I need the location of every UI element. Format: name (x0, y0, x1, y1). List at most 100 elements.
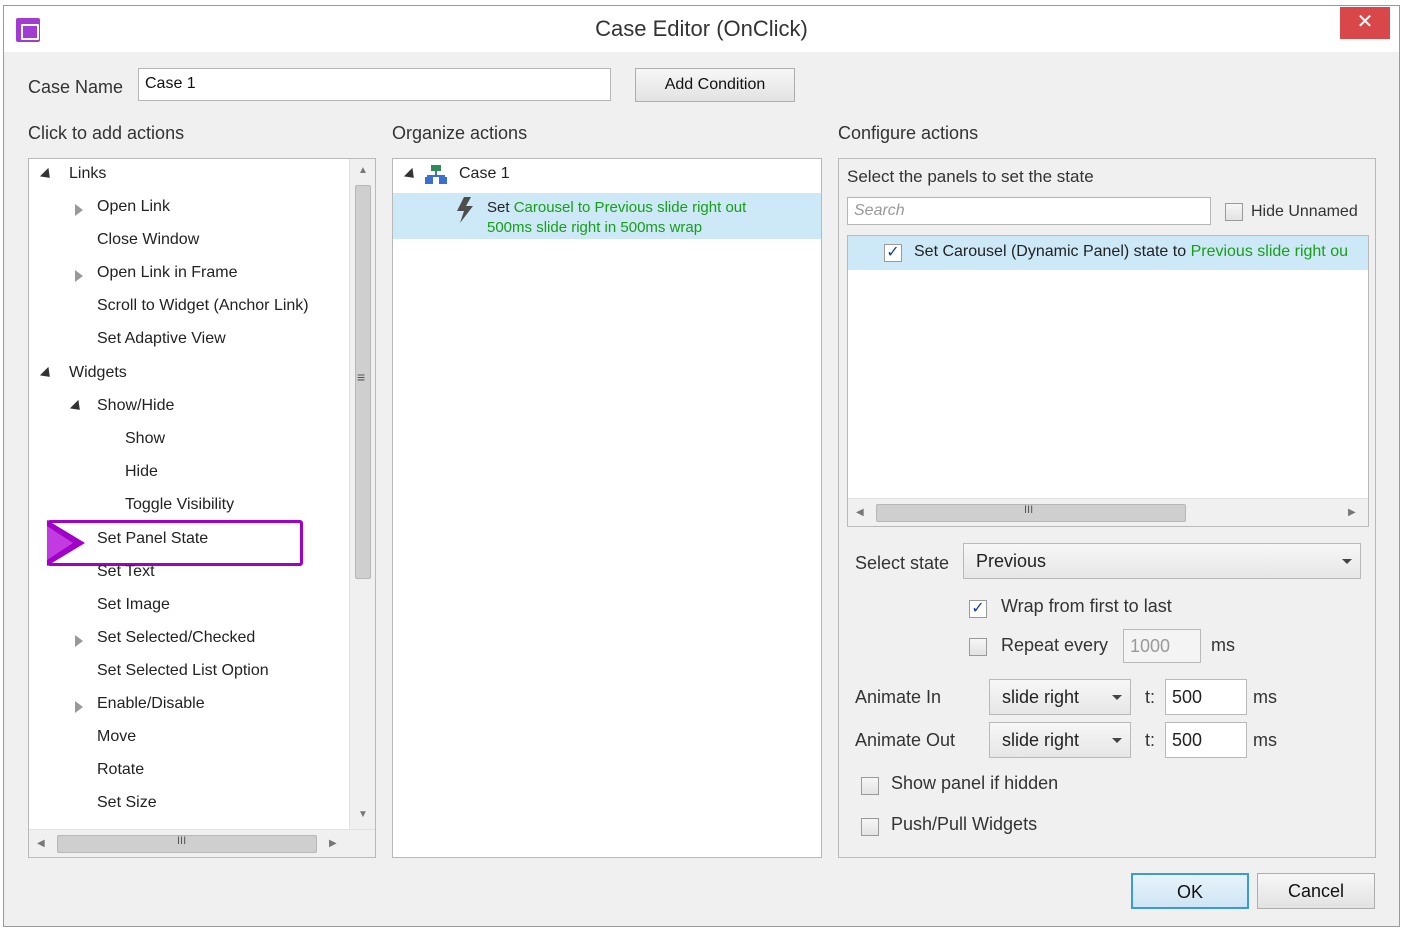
collapsed-triangle-icon[interactable] (75, 204, 83, 216)
tree-item-set-selected-list-option[interactable]: Set Selected List Option (97, 662, 269, 680)
tree-item-set-text[interactable]: Set Text (97, 563, 155, 581)
panel-search-input[interactable]: Search (847, 197, 1211, 225)
close-icon: ✕ (1356, 11, 1374, 33)
hide-unnamed-checkbox[interactable] (1225, 203, 1243, 221)
collapsed-triangle-icon[interactable] (75, 270, 83, 282)
scroll-grip-icon: ≡ (357, 369, 366, 385)
panels-horizontal-scrollbar[interactable]: ◀ III ▶ (848, 498, 1368, 526)
repeat-interval-input[interactable]: 1000 (1123, 629, 1201, 663)
tree-item-set-image[interactable]: Set Image (97, 596, 170, 614)
repeat-checkbox[interactable] (969, 638, 987, 656)
left-panel-heading: Click to add actions (28, 123, 185, 143)
right-panel-heading: Configure actions (838, 123, 979, 143)
tree-item-enable-disable[interactable]: Enable/Disable (97, 695, 205, 713)
tree-group-show-hide[interactable]: Show/Hide (97, 397, 174, 415)
tree-item-set-adaptive-view[interactable]: Set Adaptive View (97, 330, 226, 348)
horizontal-scrollbar[interactable]: ◀ III ▶ (29, 829, 375, 857)
case-name-label: Case Name (28, 77, 124, 97)
panel-row[interactable]: ✓ Set Carousel (Dynamic Panel) state to … (848, 236, 1368, 270)
cancel-button[interactable]: Cancel (1257, 873, 1375, 909)
tree-item-set-size[interactable]: Set Size (97, 794, 157, 812)
chevron-down-icon (1342, 559, 1352, 564)
pointer-arrow-icon (47, 520, 85, 566)
add-condition-button[interactable]: Add Condition (635, 68, 795, 102)
panels-list: ✓ Set Carousel (Dynamic Panel) state to … (847, 235, 1369, 527)
scroll-grip-icon: III (1024, 504, 1034, 516)
tree-item-set-panel-state[interactable]: Set Panel State (97, 530, 208, 548)
select-state-dropdown[interactable]: Previous (963, 543, 1361, 579)
select-state-label: Select state (855, 553, 950, 573)
tree-item-rotate[interactable]: Rotate (97, 761, 144, 779)
collapsed-triangle-icon[interactable] (75, 635, 83, 647)
animate-out-unit: ms (1253, 730, 1277, 750)
animate-out-dropdown[interactable]: slide right (989, 722, 1131, 758)
push-pull-label: Push/Pull Widgets (891, 814, 1038, 834)
tree-group-widgets[interactable]: Widgets (69, 364, 127, 382)
show-if-hidden-checkbox[interactable] (861, 777, 879, 795)
selected-action-row[interactable]: Set Carousel to Previous slide right out… (393, 193, 821, 239)
action-verb: Set (487, 199, 510, 216)
panels-heading: Select the panels to set the state (847, 167, 1094, 186)
tree-item-move[interactable]: Move (97, 728, 136, 746)
animate-out-t-label: t: (1145, 730, 1156, 750)
scroll-right-icon[interactable]: ▶ (1348, 507, 1356, 518)
panel-row-text: Set Carousel (Dynamic Panel) state to (914, 243, 1187, 260)
ok-button[interactable]: OK (1131, 873, 1249, 909)
organize-actions-tree: Case 1 Set Carousel to Previous slide ri… (392, 158, 822, 858)
hide-unnamed-label: Hide Unnamed (1251, 203, 1358, 220)
repeat-unit: ms (1211, 635, 1235, 655)
repeat-label: Repeat every (1001, 635, 1109, 655)
case-node[interactable]: Case 1 (459, 165, 510, 183)
panel-row-state: Previous slide right ou (1190, 243, 1348, 260)
animate-in-dropdown[interactable]: slide right (989, 679, 1131, 715)
tree-item-toggle-visibility[interactable]: Toggle Visibility (125, 496, 234, 514)
action-detail-line2: 500ms slide right in 500ms wrap (487, 219, 703, 236)
configure-actions-panel: Select the panels to set the state Searc… (838, 158, 1376, 858)
expanded-triangle-icon[interactable] (69, 399, 85, 415)
lightning-bolt-icon (457, 197, 473, 223)
animate-out-label: Animate Out (855, 730, 956, 750)
case-name-input[interactable]: Case 1 (138, 68, 611, 101)
chevron-down-icon (1112, 738, 1122, 743)
case-editor-dialog: Case Editor (OnClick) ✕ Case Name Case 1… (3, 5, 1400, 927)
middle-panel-heading: Organize actions (392, 123, 528, 143)
tree-item-show[interactable]: Show (125, 430, 165, 448)
case-icon (425, 165, 447, 184)
vertical-scrollbar[interactable]: ▲ ≡ ▼ (349, 159, 375, 829)
title-bar: Case Editor (OnClick) ✕ (4, 6, 1399, 52)
animate-in-duration-input[interactable]: 500 (1165, 679, 1247, 715)
tree-item-scroll-to-widget[interactable]: Scroll to Widget (Anchor Link) (97, 297, 309, 315)
wrap-checkbox[interactable]: ✓ (969, 600, 987, 618)
push-pull-checkbox[interactable] (861, 818, 879, 836)
action-detail-line1: Carousel to Previous slide right out (513, 199, 747, 216)
select-state-value: Previous (976, 551, 1047, 571)
show-if-hidden-label: Show panel if hidden (891, 773, 1059, 793)
animate-in-label: Animate In (855, 687, 942, 707)
animate-in-value: slide right (1002, 687, 1080, 707)
chevron-down-icon (1112, 695, 1122, 700)
scroll-up-icon[interactable]: ▲ (358, 165, 368, 176)
scroll-left-icon[interactable]: ◀ (37, 838, 45, 849)
animate-in-unit: ms (1253, 687, 1277, 707)
dialog-title: Case Editor (OnClick) (595, 16, 808, 41)
scroll-grip-icon: III (177, 835, 187, 847)
animate-out-value: slide right (1002, 730, 1080, 750)
scroll-thumb[interactable] (57, 835, 317, 853)
collapsed-triangle-icon[interactable] (75, 701, 83, 713)
scroll-down-icon[interactable]: ▼ (358, 809, 368, 820)
expanded-triangle-icon[interactable] (39, 167, 55, 183)
scroll-left-icon[interactable]: ◀ (856, 507, 864, 518)
expanded-triangle-icon[interactable] (403, 167, 419, 183)
expanded-triangle-icon[interactable] (39, 366, 55, 382)
close-button[interactable]: ✕ (1340, 7, 1390, 39)
scroll-right-icon[interactable]: ▶ (329, 838, 337, 849)
tree-group-links[interactable]: Links (69, 165, 106, 183)
tree-item-close-window[interactable]: Close Window (97, 231, 199, 249)
wrap-label: Wrap from first to last (1001, 596, 1172, 616)
animate-out-duration-input[interactable]: 500 (1165, 722, 1247, 758)
tree-item-set-selected-checked[interactable]: Set Selected/Checked (97, 629, 255, 647)
tree-item-open-link-in-frame[interactable]: Open Link in Frame (97, 264, 238, 282)
tree-item-open-link[interactable]: Open Link (97, 198, 170, 216)
tree-item-hide[interactable]: Hide (125, 463, 158, 481)
panel-row-checkbox[interactable]: ✓ (884, 244, 902, 262)
